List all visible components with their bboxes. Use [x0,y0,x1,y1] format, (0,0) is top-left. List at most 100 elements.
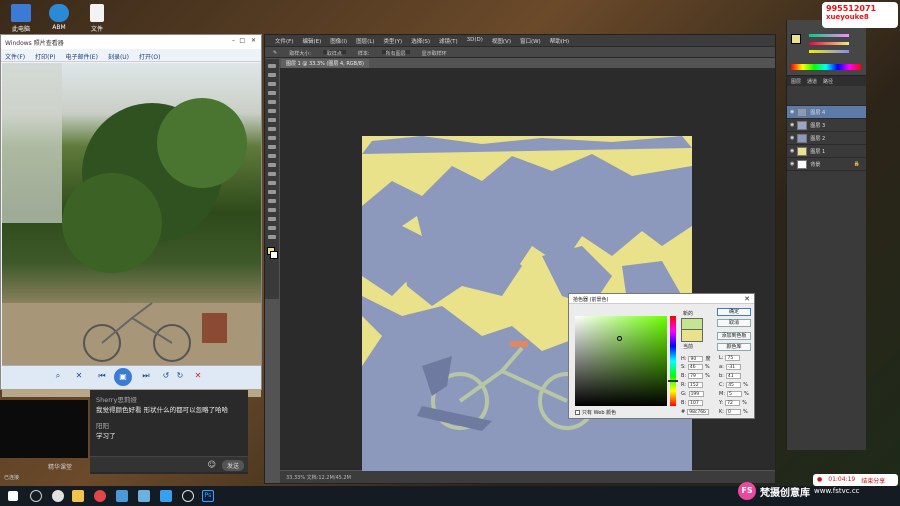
menu-burn[interactable]: 刻录(U) [108,52,129,61]
h-field[interactable]: 90 [688,355,704,362]
k-field[interactable]: 0 [725,409,741,415]
ps-menu-type[interactable]: 类型(Y) [384,37,403,45]
emoji-icon[interactable]: ☺ [208,460,216,469]
layer-item[interactable]: ◉ 图层 3 [787,119,866,132]
ps-menu-layer[interactable]: 图层(L) [356,37,374,45]
menu-email[interactable]: 电子邮件(E) [65,52,97,61]
hand-tool-icon[interactable] [268,226,276,230]
cancel-button[interactable]: 取消 [717,319,751,327]
app-icon[interactable] [160,490,172,502]
show-ring-checkbox[interactable]: 显示取样环 [422,50,447,57]
ps-menu-help[interactable]: 帮助(H) [550,37,569,45]
clock-app-icon[interactable] [182,490,194,502]
color-libraries-button[interactable]: 颜色库 [717,343,751,351]
healing-tool-icon[interactable] [268,118,276,122]
brush-tool-icon[interactable] [268,127,276,131]
layer-item[interactable]: ◉ 背景 🔒 [787,158,866,171]
prev-icon[interactable]: ⏮ [94,371,110,384]
type-tool-icon[interactable] [268,199,276,203]
color-picker-dialog[interactable]: 拾色器 (前景色) ✕ 新的 当前 确定 取消 添加到色板 颜色库 H: 90 度 … [568,293,755,419]
l-field[interactable]: 75 [725,355,741,361]
menu-open[interactable]: 打开(O) [139,52,160,61]
slideshow-icon[interactable]: ▣ [114,368,132,386]
start-icon[interactable] [8,491,18,501]
history-brush-icon[interactable] [268,145,276,149]
tab-paths[interactable]: 路径 [823,78,833,85]
picker-close-icon[interactable]: ✕ [744,295,750,303]
visibility-eye-icon[interactable]: ◉ [790,148,794,154]
shape-tool-icon[interactable] [268,217,276,221]
visibility-eye-icon[interactable]: ◉ [790,122,794,128]
visibility-eye-icon[interactable]: ◉ [790,135,794,141]
move-tool-icon[interactable] [268,64,276,68]
dodge-tool-icon[interactable] [268,181,276,185]
stop-sharing-button[interactable]: 结束分享 [861,476,885,485]
r-slider[interactable] [809,34,849,37]
fit-icon[interactable]: ✕ [72,371,86,384]
ps-menu-view[interactable]: 视图(V) [492,37,511,45]
b-slider[interactable] [809,50,849,53]
tab-channels[interactable]: 通道 [807,78,817,85]
background-color-swatch[interactable] [270,251,278,259]
ps-menu-image[interactable]: 图像(I) [330,37,347,45]
gradient-tool-icon[interactable] [268,163,276,167]
web-only-checkbox[interactable]: 只有 Web 颜色 [575,409,616,416]
zoom-icon[interactable]: ⌕ [50,371,66,384]
app-icon[interactable] [94,490,106,502]
hex-field[interactable]: 98c76b [687,409,710,415]
next-icon[interactable]: ⏭ [138,371,154,384]
b-field[interactable]: 79 [688,373,704,379]
folder-icon[interactable] [72,490,84,502]
y-field[interactable]: 72 [725,400,741,406]
send-button[interactable]: 发送 [221,460,244,471]
search-icon[interactable] [30,490,42,502]
rotate-right-icon[interactable]: ↻ [174,371,186,384]
layer-item[interactable]: ◉ 图层 4 [787,106,866,119]
a-field[interactable]: -31 [725,364,741,370]
layer-item[interactable]: ◉ 图层 2 [787,132,866,145]
panel-fg-swatch[interactable] [791,34,801,44]
photoshop-taskbar-icon[interactable]: Ps [202,490,214,502]
pen-tool-icon[interactable] [268,190,276,194]
ok-button[interactable]: 确定 [717,308,751,316]
tab-layers[interactable]: 图层 [791,78,801,85]
hue-slider-handle[interactable] [668,380,678,382]
sample-select[interactable]: 所有图层 [381,50,410,57]
ps-menu-file[interactable]: 文件(F) [275,37,293,45]
viewer-titlebar[interactable]: Windows 照片查看器 – □ ✕ [1,35,261,49]
lab-b-field[interactable]: 41 [725,373,741,379]
lasso-tool-icon[interactable] [268,82,276,86]
app-icon[interactable] [138,490,150,502]
c-field[interactable]: 45 [726,382,742,388]
visibility-eye-icon[interactable]: ◉ [790,161,794,167]
m-field[interactable]: 5 [727,391,742,397]
s-field[interactable]: 46 [687,364,703,370]
maximize-button[interactable]: □ [239,37,245,44]
rotate-left-icon[interactable]: ↺ [160,371,172,384]
eyedropper-tool-icon[interactable] [268,109,276,113]
delete-icon[interactable]: ✕ [192,371,204,384]
spectrum-bar[interactable] [791,64,861,70]
saturation-brightness-field[interactable] [575,316,667,406]
blur-tool-icon[interactable] [268,172,276,176]
document-tab[interactable]: 图层 1 @ 33.3% (图层 4, RGB/8) [281,59,369,68]
g-slider[interactable] [809,42,849,45]
sample-size-select[interactable]: 取样点 [322,50,346,57]
menu-file[interactable]: 文件(F) [5,52,25,61]
marquee-tool-icon[interactable] [268,73,276,77]
quick-select-tool-icon[interactable] [268,91,276,95]
ps-menu-3d[interactable]: 3D(D) [467,37,483,44]
eyedropper-icon[interactable]: ✎ [273,50,277,56]
desktop-icon-abm[interactable]: ABM [42,4,76,33]
ps-menu-edit[interactable]: 编辑(E) [302,37,321,45]
desktop-icon-computer[interactable]: 此电脑 [4,4,38,33]
photo-viewer-window[interactable]: Windows 照片查看器 – □ ✕ 文件(F) 打印(P) 电子邮件(E) … [0,34,262,397]
desktop-icon-file[interactable]: 文件 [80,4,114,33]
picker-titlebar[interactable]: 拾色器 (前景色) ✕ [569,294,754,304]
crop-tool-icon[interactable] [268,100,276,104]
visibility-eye-icon[interactable]: ◉ [790,109,794,115]
panel-label[interactable]: 精华课堂 [48,462,72,471]
ps-menu-filter[interactable]: 滤镜(T) [439,37,458,45]
layer-item[interactable]: ◉ 图层 1 [787,145,866,158]
ps-menu-select[interactable]: 选择(S) [411,37,430,45]
